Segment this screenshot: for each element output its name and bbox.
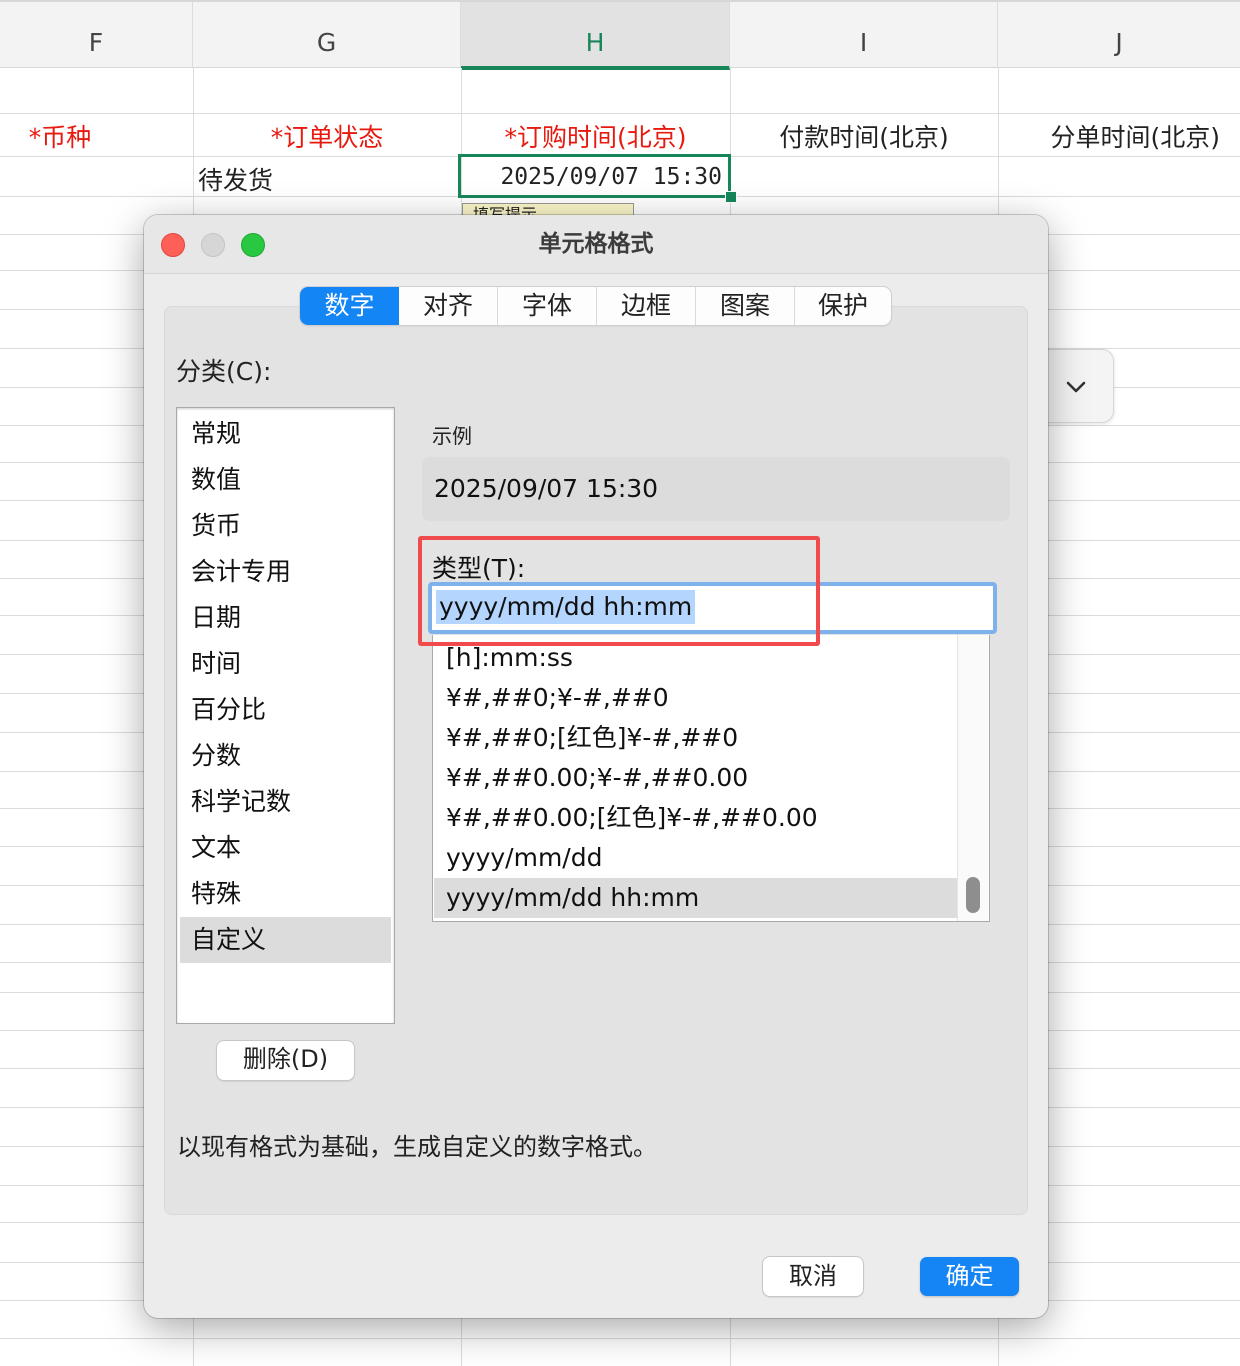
format-item[interactable]: ¥#,##0.00;¥-#,##0.00	[434, 758, 959, 798]
grid-line	[0, 113, 1240, 114]
chevron-down-icon	[1066, 381, 1086, 393]
format-list-scrollbar[interactable]	[957, 635, 988, 921]
delete-button[interactable]: 删除(D)	[217, 1041, 354, 1080]
tab-pattern[interactable]: 图案	[696, 287, 795, 325]
format-cells-dialog: 单元格格式 数字 对齐 字体 边框 图案 保护 分类(C): 常规 数值 货币 …	[144, 215, 1048, 1318]
description-text: 以现有格式为基础，生成自定义的数字格式。	[177, 1133, 657, 1161]
format-item[interactable]: ¥#,##0;[红色]¥-#,##0	[434, 718, 959, 758]
category-item-date[interactable]: 日期	[180, 595, 391, 641]
header-cell-currency[interactable]: *币种	[0, 118, 120, 154]
header-cell-payment-time[interactable]: 付款时间(北京)	[730, 118, 998, 154]
format-list[interactable]: [h]:mm:ss ¥#,##0;¥-#,##0 ¥#,##0;[红色]¥-#,…	[432, 635, 990, 922]
category-label: 分类(C):	[176, 357, 272, 386]
category-item-scientific[interactable]: 科学记数	[180, 779, 391, 825]
column-header-h[interactable]: H	[461, 2, 730, 70]
tab-alignment[interactable]: 对齐	[399, 287, 498, 325]
column-header-i[interactable]: I	[730, 2, 998, 68]
dialog-titlebar[interactable]: 单元格格式	[144, 215, 1048, 274]
category-item-custom[interactable]: 自定义	[180, 917, 391, 963]
header-cell-split-time[interactable]: 分单时间(北京)	[998, 118, 1240, 154]
ok-button[interactable]: 确定	[920, 1257, 1019, 1296]
header-cell-order-time[interactable]: *订购时间(北京)	[461, 118, 730, 154]
category-item-accounting[interactable]: 会计专用	[180, 549, 391, 595]
tab-number[interactable]: 数字	[300, 287, 399, 325]
category-item-percentage[interactable]: 百分比	[180, 687, 391, 733]
category-list[interactable]: 常规 数值 货币 会计专用 日期 时间 百分比 分数 科学记数 文本 特殊 自定…	[176, 407, 395, 1024]
scrollbar-thumb[interactable]	[966, 877, 980, 913]
tab-protection[interactable]: 保护	[795, 287, 891, 325]
sample-preview: 2025/09/07 15:30	[422, 457, 1010, 521]
cancel-button[interactable]: 取消	[763, 1257, 863, 1296]
column-header-j[interactable]: J	[998, 2, 1240, 68]
tab-bar: 数字 对齐 字体 边框 图案 保护	[300, 287, 891, 325]
format-item[interactable]: ¥#,##0;¥-#,##0	[434, 678, 959, 718]
cell-order-status-value[interactable]: 待发货	[198, 161, 273, 197]
format-item-selected[interactable]: yyyy/mm/dd hh:mm	[434, 878, 959, 918]
annotation-highlight-box	[418, 536, 820, 646]
tab-font[interactable]: 字体	[498, 287, 597, 325]
fill-handle[interactable]	[725, 191, 737, 203]
category-item-currency[interactable]: 货币	[180, 503, 391, 549]
sample-label: 示例	[432, 424, 472, 448]
selected-cell[interactable]: 2025/09/07 15:30	[458, 154, 731, 198]
column-header-g[interactable]: G	[193, 2, 461, 68]
tab-border[interactable]: 边框	[597, 287, 696, 325]
category-item-time[interactable]: 时间	[180, 641, 391, 687]
header-cell-order-status[interactable]: *订单状态	[193, 118, 461, 154]
category-item-number[interactable]: 数值	[180, 457, 391, 503]
category-item-fraction[interactable]: 分数	[180, 733, 391, 779]
column-header-f[interactable]: F	[0, 2, 193, 68]
column-header-row: F G H I J	[0, 0, 1240, 70]
grid-line	[0, 1338, 1240, 1339]
format-item[interactable]: yyyy/mm/dd	[434, 838, 959, 878]
category-item-text[interactable]: 文本	[180, 825, 391, 871]
format-item[interactable]: ¥#,##0.00;[红色]¥-#,##0.00	[434, 798, 959, 838]
dialog-title: 单元格格式	[538, 231, 654, 257]
category-item-special[interactable]: 特殊	[180, 871, 391, 917]
category-item-general[interactable]: 常规	[180, 411, 391, 457]
